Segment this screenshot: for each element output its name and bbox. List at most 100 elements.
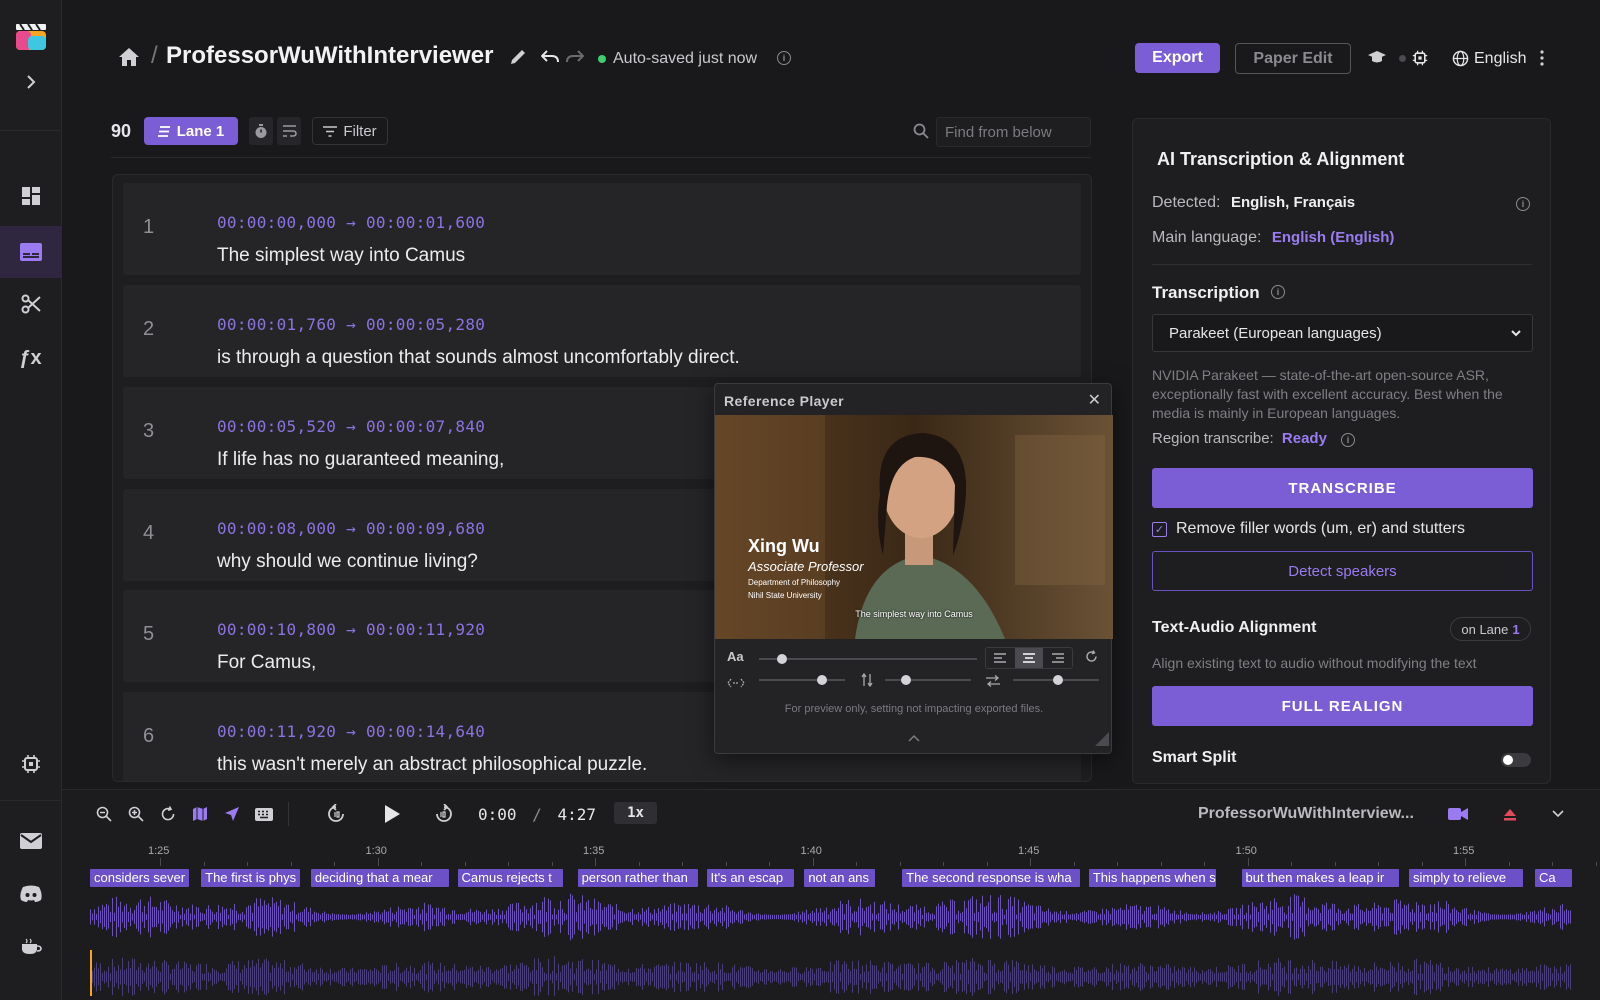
subtitle-text[interactable]: For Camus, (217, 652, 316, 674)
subtitle-cue[interactable]: This happens when s (1088, 869, 1217, 887)
subtitle-cue[interactable]: Ca (1534, 869, 1572, 887)
pencil-icon[interactable] (509, 48, 527, 66)
collapse-timeline-button[interactable] (1548, 804, 1568, 824)
subtitle-text[interactable]: why should we continue living? (217, 551, 478, 573)
language-label[interactable]: English (1474, 50, 1526, 68)
undo-icon[interactable] (541, 49, 559, 65)
subtitle-cue[interactable]: The first is phys (201, 869, 301, 887)
info-icon[interactable]: i (1516, 197, 1530, 211)
video-toggle-button[interactable] (1448, 804, 1468, 824)
waveform-bar (310, 907, 311, 927)
rail-item-coffee[interactable] (0, 923, 61, 971)
follow-playhead-button[interactable] (222, 804, 242, 824)
align-center-icon[interactable] (1014, 648, 1044, 668)
subtitle-cue[interactable]: deciding that a mear (310, 869, 449, 887)
keyboard-shortcuts-button[interactable] (254, 804, 274, 824)
redo-icon[interactable] (566, 49, 584, 65)
filler-words-checkbox[interactable]: ✓ (1152, 522, 1167, 537)
subtitle-timecode[interactable]: 00:00:00,000 → 00:00:01,600 (217, 213, 485, 232)
playback-speed-button[interactable]: 1x (614, 802, 657, 824)
detect-speakers-button[interactable]: Detect speakers (1152, 551, 1533, 591)
find-input[interactable] (936, 117, 1091, 147)
subtitle-text[interactable]: is through a question that sounds almost… (217, 347, 740, 369)
subtitle-timecode[interactable]: 00:00:08,000 → 00:00:09,680 (217, 519, 485, 538)
subtitle-text[interactable]: If life has no guaranteed meaning, (217, 449, 504, 471)
subtitle-cue[interactable]: considers sever (90, 869, 190, 887)
subtitle-timecode[interactable]: 00:00:11,920 → 00:00:14,640 (217, 722, 485, 741)
subtitle-cue[interactable]: but then makes a leap ir (1241, 869, 1399, 887)
timer-button[interactable] (249, 117, 273, 145)
info-icon[interactable]: i (777, 51, 791, 65)
subtitle-row[interactable]: 2 00:00:01,760 → 00:00:05,280 is through… (123, 285, 1081, 377)
subtitle-cue[interactable]: not an ans (804, 869, 876, 887)
font-size-slider[interactable] (759, 648, 977, 670)
tutorial-button[interactable] (1367, 48, 1387, 68)
subtitle-timecode[interactable]: 00:00:10,800 → 00:00:11,920 (217, 620, 485, 639)
waveform-bar (200, 912, 201, 922)
subtitle-timecode[interactable]: 00:00:05,520 → 00:00:07,840 (217, 417, 485, 436)
rail-item-mail[interactable] (0, 817, 61, 865)
align-left-icon[interactable] (986, 648, 1015, 668)
zoom-in-button[interactable] (126, 804, 146, 824)
skip-back-button[interactable] (326, 804, 346, 824)
skip-forward-button[interactable] (434, 804, 454, 824)
rail-item-settings[interactable] (0, 740, 61, 788)
subtitle-text[interactable]: The simplest way into Camus (217, 245, 465, 267)
hardware-button[interactable] (1410, 48, 1430, 68)
smart-split-toggle[interactable] (1501, 753, 1531, 767)
full-realign-button[interactable]: FULL REALIGN (1152, 686, 1533, 726)
expand-rail-button[interactable] (0, 58, 61, 106)
subtitle-cue[interactable]: simply to relieve (1408, 869, 1524, 887)
horizontal-position-slider[interactable] (759, 669, 845, 691)
subtitle-cue[interactable]: Camus rejects t (457, 869, 563, 887)
collapse-icon[interactable] (908, 729, 920, 747)
rail-item-effects[interactable]: ƒx (0, 334, 61, 382)
main-language-value[interactable]: English (English) (1272, 229, 1395, 246)
reset-zoom-button[interactable] (158, 804, 178, 824)
reference-player[interactable]: Reference Player ✕ Xing Wu Associate Pro… (714, 383, 1113, 754)
filler-words-label[interactable]: Remove filler words (um, er) and stutter… (1176, 520, 1465, 538)
export-button[interactable]: Export (1135, 43, 1220, 73)
paper-edit-button[interactable]: Paper Edit (1235, 43, 1351, 74)
waveform-bar (98, 968, 99, 986)
eject-button[interactable] (1500, 804, 1520, 824)
vertical-position-slider[interactable] (885, 669, 971, 691)
map-button[interactable] (190, 804, 210, 824)
waveform-bar (1326, 902, 1327, 932)
rail-item-discord[interactable] (0, 870, 61, 918)
waveform-bar (1568, 966, 1569, 988)
transcribe-button[interactable]: TRANSCRIBE (1152, 468, 1533, 508)
lane-badge[interactable]: on Lane 1 (1450, 617, 1531, 641)
home-icon[interactable] (118, 47, 140, 67)
close-icon[interactable]: ✕ (1088, 390, 1101, 410)
subtitle-cue[interactable]: person rather than (577, 869, 698, 887)
align-right-icon[interactable] (1043, 648, 1072, 668)
waveform-bar (1398, 962, 1399, 992)
play-button[interactable] (379, 801, 405, 827)
subtitle-cue[interactable]: It's an escap (706, 869, 794, 887)
info-icon[interactable]: i (1271, 285, 1285, 299)
subtitle-row[interactable]: 1 00:00:00,000 → 00:00:01,600 The simple… (123, 183, 1081, 275)
more-menu-button[interactable] (1532, 48, 1552, 68)
subtitle-timecode[interactable]: 00:00:01,760 → 00:00:05,280 (217, 315, 485, 334)
spacing-slider[interactable] (1013, 669, 1099, 691)
model-select[interactable]: Parakeet (European languages) (1152, 314, 1533, 352)
video-preview[interactable]: Xing Wu Associate Professor Department o… (715, 415, 1113, 639)
rail-item-cut[interactable] (0, 280, 61, 328)
rail-item-dashboard[interactable] (0, 172, 61, 220)
reset-icon[interactable] (1085, 650, 1098, 668)
filter-button[interactable]: Filter (312, 117, 388, 145)
audio-waveform[interactable] (90, 890, 1572, 996)
playhead[interactable] (90, 950, 92, 996)
zoom-out-button[interactable] (94, 804, 114, 824)
info-icon[interactable]: i (1341, 433, 1355, 447)
resize-handle[interactable] (1095, 732, 1109, 751)
rail-item-subtitles[interactable] (0, 226, 61, 278)
subtitle-text[interactable]: this wasn't merely an abstract philosoph… (217, 754, 647, 776)
app-logo-icon[interactable] (14, 22, 48, 52)
wrap-button[interactable] (277, 117, 301, 145)
lane-selector-button[interactable]: Lane 1 (144, 117, 238, 145)
subtitle-cue[interactable]: The second response is wha (902, 869, 1080, 887)
total-time: 4:27 (557, 805, 596, 824)
language-button[interactable] (1450, 48, 1470, 68)
